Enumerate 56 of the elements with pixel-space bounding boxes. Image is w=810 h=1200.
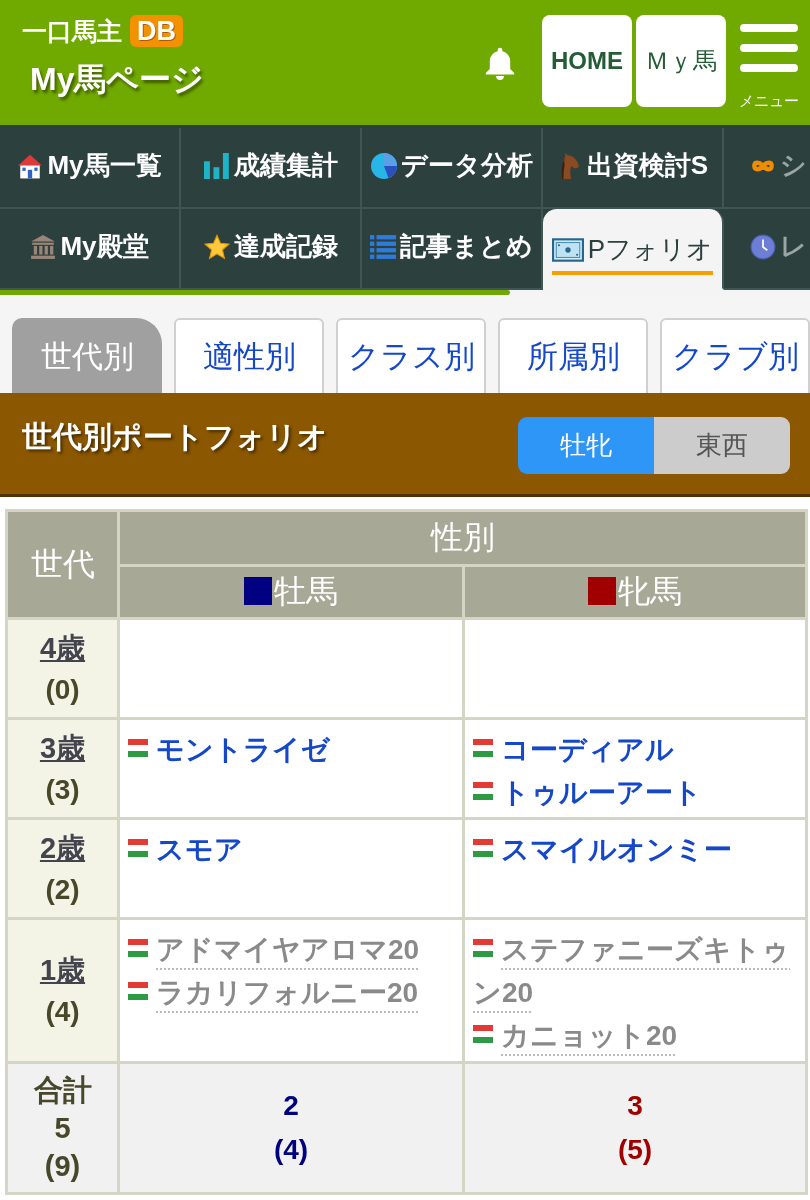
nav-item[interactable]: My馬一覧 (0, 128, 181, 209)
horse-name-link[interactable]: トゥルーアート (473, 771, 795, 814)
column-label: 牡馬 (274, 573, 338, 609)
page-title: My馬ページ (30, 60, 205, 99)
nav-item[interactable]: データ分析 (362, 128, 543, 209)
age-link[interactable]: 1歳 (39, 948, 86, 991)
tab[interactable]: 適性別 (174, 318, 324, 393)
total-value: 5 (54, 1109, 71, 1147)
header-nav-button[interactable]: Ｍｙ馬 (636, 15, 726, 107)
logo-text: 一口馬主 (22, 16, 122, 46)
striped-flag-icon (473, 782, 493, 800)
pie-chart-icon (370, 152, 397, 179)
bell-icon[interactable] (484, 47, 516, 80)
horse-name-link[interactable]: コーディアル (473, 728, 795, 771)
logo-badge: DB (130, 15, 183, 47)
tab[interactable]: クラブ別 (660, 318, 810, 393)
striped-flag-icon (473, 839, 493, 857)
nav-item[interactable]: 成績集計 (181, 128, 362, 209)
horse-count: (0) (45, 668, 80, 711)
horse-count: (2) (45, 868, 80, 911)
striped-flag-icon (128, 982, 148, 1000)
total-subvalue: (5) (617, 1128, 653, 1172)
striped-flag-icon (473, 939, 493, 957)
striped-flag-icon (473, 739, 493, 757)
house-icon (17, 152, 44, 179)
header-nav-button[interactable]: HOME (542, 15, 632, 107)
total-value: 2 (283, 1084, 299, 1128)
striped-flag-icon (473, 1025, 493, 1043)
age-link[interactable]: 4歳 (39, 626, 86, 669)
star-icon (203, 233, 230, 260)
section-title: 世代別ポートフォリオ (22, 419, 328, 455)
column-header: 性別 (118, 510, 807, 566)
clock-icon (750, 233, 776, 260)
menu-icon (740, 24, 798, 72)
total-label: 合計 (33, 1071, 92, 1109)
list-icon (370, 233, 396, 260)
striped-flag-icon (128, 739, 148, 757)
column-header: 世代 (6, 510, 119, 619)
column-label: 牝馬 (618, 573, 682, 609)
nav-item[interactable]: Pフォリオ (543, 209, 724, 290)
total-subvalue: (4) (273, 1128, 309, 1172)
total-subvalue: (9) (44, 1147, 81, 1185)
nav-item[interactable]: シ (724, 128, 810, 209)
total-value: 3 (627, 1084, 643, 1128)
horse-count: (3) (45, 768, 80, 811)
bar-chart-icon (203, 152, 230, 179)
striped-flag-icon (128, 939, 148, 957)
tab[interactable]: クラス別 (336, 318, 486, 393)
bank-building-icon (30, 233, 57, 260)
tab[interactable]: 所属別 (498, 318, 648, 393)
striped-flag-icon (128, 839, 148, 857)
horse-count: (4) (45, 990, 80, 1033)
toggle-option[interactable]: 東西 (654, 417, 790, 474)
age-link[interactable]: 2歳 (39, 826, 86, 869)
framed-card-icon (551, 237, 584, 262)
age-link[interactable]: 3歳 (39, 726, 86, 769)
